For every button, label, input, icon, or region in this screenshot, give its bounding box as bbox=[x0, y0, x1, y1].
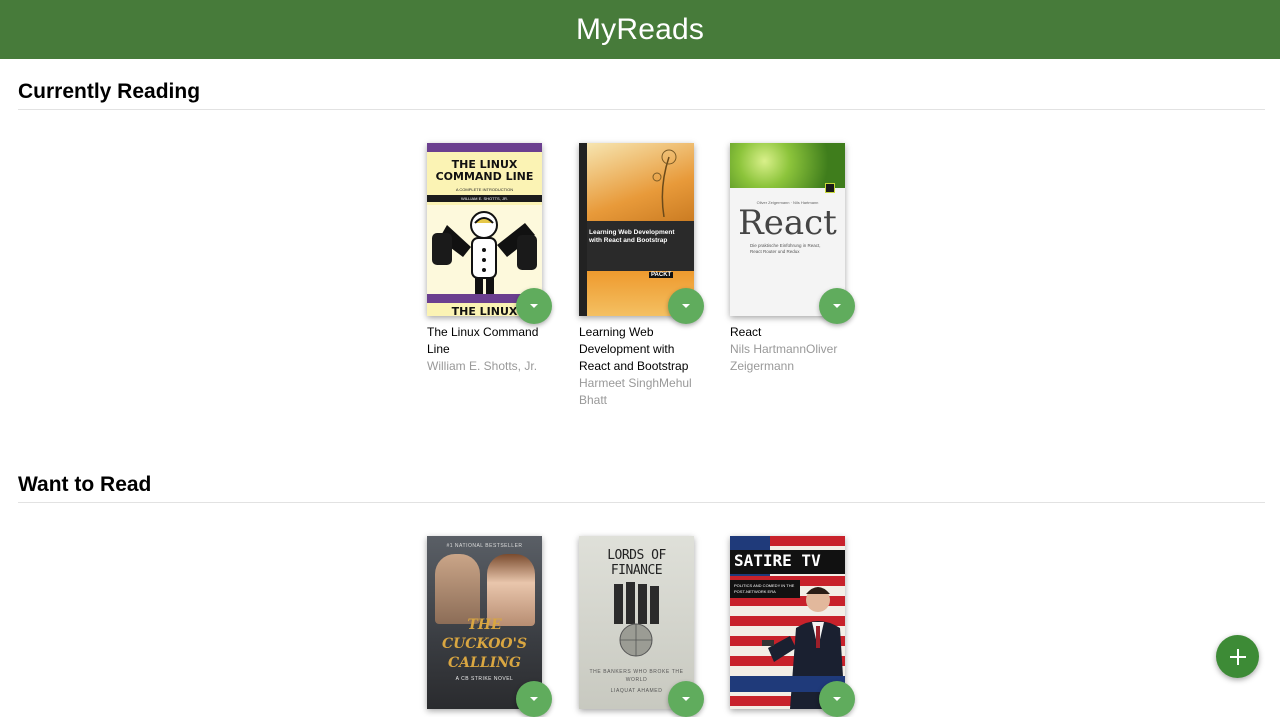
shelf-changer-button[interactable] bbox=[668, 288, 704, 324]
caret-down-icon bbox=[530, 304, 538, 308]
book-item: #1 NATIONAL BESTSELLER THE CUCKOO'S CALL… bbox=[427, 536, 552, 717]
cover-text: CALLING bbox=[448, 655, 521, 671]
caret-down-icon bbox=[833, 697, 841, 701]
cover-text: PACKT bbox=[649, 272, 674, 278]
book-authors: William E. Shotts, Jr. bbox=[427, 359, 538, 373]
shelf-changer-button[interactable] bbox=[516, 288, 552, 324]
shelf-changer-button[interactable] bbox=[819, 288, 855, 324]
caret-down-icon bbox=[530, 697, 538, 701]
shelf-changer-button[interactable] bbox=[819, 681, 855, 717]
book-item: THE LINUX COMMAND LINE A COMPLETE INTROD… bbox=[427, 143, 552, 375]
bankers-illustration bbox=[614, 582, 659, 657]
cover-text: A COMPLETE INTRODUCTION bbox=[455, 187, 514, 192]
book-authors: Nils HartmannOliver Zeigermann bbox=[730, 342, 838, 373]
cover-text: #1 NATIONAL BESTSELLER bbox=[446, 543, 523, 549]
app-title: MyReads bbox=[575, 12, 705, 46]
caret-down-icon bbox=[682, 697, 690, 701]
cover-text: SATIRE TV bbox=[734, 551, 821, 570]
book-item: Learning Web Development with React and … bbox=[579, 143, 704, 409]
book-item: LORDS OF FINANCE THE BANKERS WHO BROKE T… bbox=[579, 536, 704, 717]
flower-illustration bbox=[652, 149, 677, 217]
caret-down-icon bbox=[833, 304, 841, 308]
shelf-divider bbox=[18, 109, 1265, 110]
shelf-title-currently-reading: Currently Reading bbox=[18, 80, 201, 103]
cover-text: A CB STRIKE NOVEL bbox=[455, 676, 514, 682]
shelf-changer-button[interactable] bbox=[516, 681, 552, 717]
book-title: The Linux Command Line bbox=[427, 325, 539, 356]
cover-text: CUCKOO'S bbox=[441, 636, 528, 652]
cover-text: Die praktische Einführung in React, Reac… bbox=[750, 243, 821, 254]
book-authors: Harmeet SinghMehul Bhatt bbox=[579, 376, 692, 407]
book-item: Oliver Zeigermann · Nils Hartmann React … bbox=[730, 143, 855, 375]
book-title: React bbox=[730, 325, 762, 339]
shelf-divider bbox=[18, 502, 1265, 503]
add-book-button[interactable] bbox=[1216, 635, 1259, 678]
caret-down-icon bbox=[682, 304, 690, 308]
book-title: Learning Web Development with React and … bbox=[579, 325, 689, 373]
cover-text: THE bbox=[467, 617, 502, 633]
plus-icon bbox=[1229, 648, 1246, 665]
shelf-changer-button[interactable] bbox=[668, 681, 704, 717]
cover-text: React bbox=[738, 203, 837, 243]
cover-text: WILLIAM E. SHOTTS, JR. bbox=[461, 196, 508, 201]
cover-text: COMMAND LINE bbox=[435, 170, 534, 183]
cover-text: Learning Web Development with React and … bbox=[589, 229, 675, 244]
robot-illustration bbox=[427, 205, 542, 300]
shelf-title-want-to-read: Want to Read bbox=[18, 473, 152, 496]
app-header: MyReads bbox=[0, 0, 1280, 59]
book-item: SATIRE TV POLITICS AND COMEDY IN THE POS… bbox=[730, 536, 855, 717]
cover-text: THE BANKERS WHO BROKE THE WORLD bbox=[589, 669, 684, 683]
